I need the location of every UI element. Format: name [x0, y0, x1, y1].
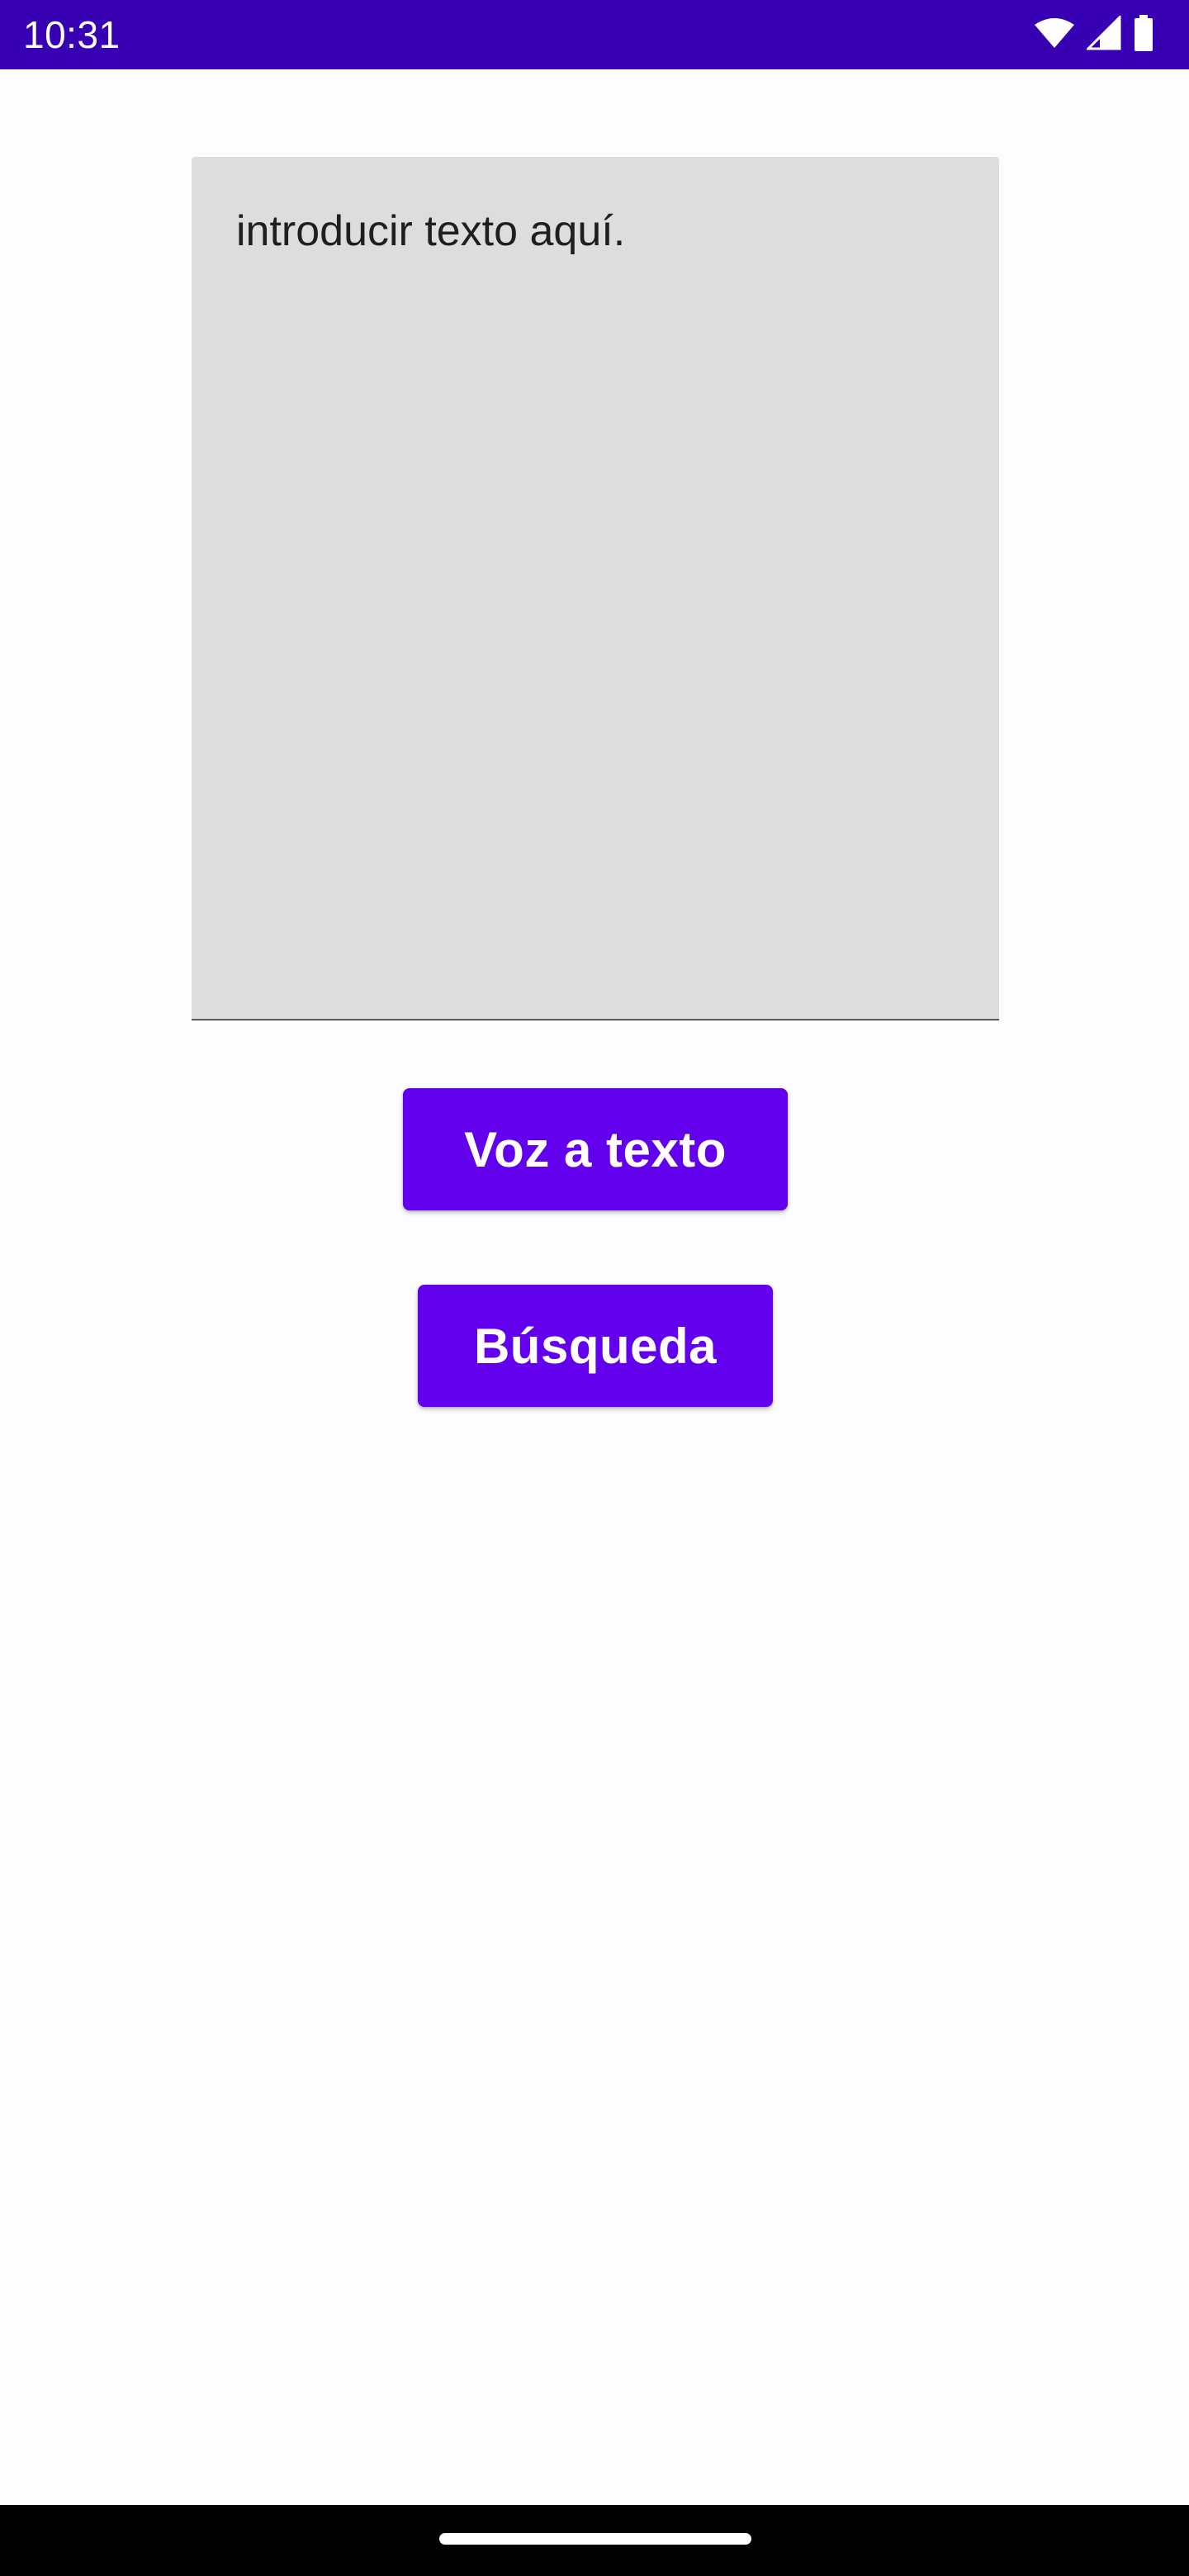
text-input-area[interactable]: introducir texto aquí.: [192, 157, 999, 1020]
voice-to-text-button[interactable]: Voz a texto: [403, 1088, 788, 1210]
text-input-placeholder: introducir texto aquí.: [236, 207, 626, 255]
wifi-icon: [1034, 17, 1075, 54]
navigation-bar: [0, 2505, 1189, 2576]
battery-icon: [1133, 14, 1154, 55]
signal-icon: [1085, 13, 1121, 54]
status-icons: [1034, 13, 1154, 55]
status-bar: 10:31: [0, 0, 1189, 69]
search-button[interactable]: Búsqueda: [418, 1285, 773, 1407]
status-time: 10:31: [23, 13, 121, 56]
home-handle-icon[interactable]: [439, 2533, 751, 2545]
